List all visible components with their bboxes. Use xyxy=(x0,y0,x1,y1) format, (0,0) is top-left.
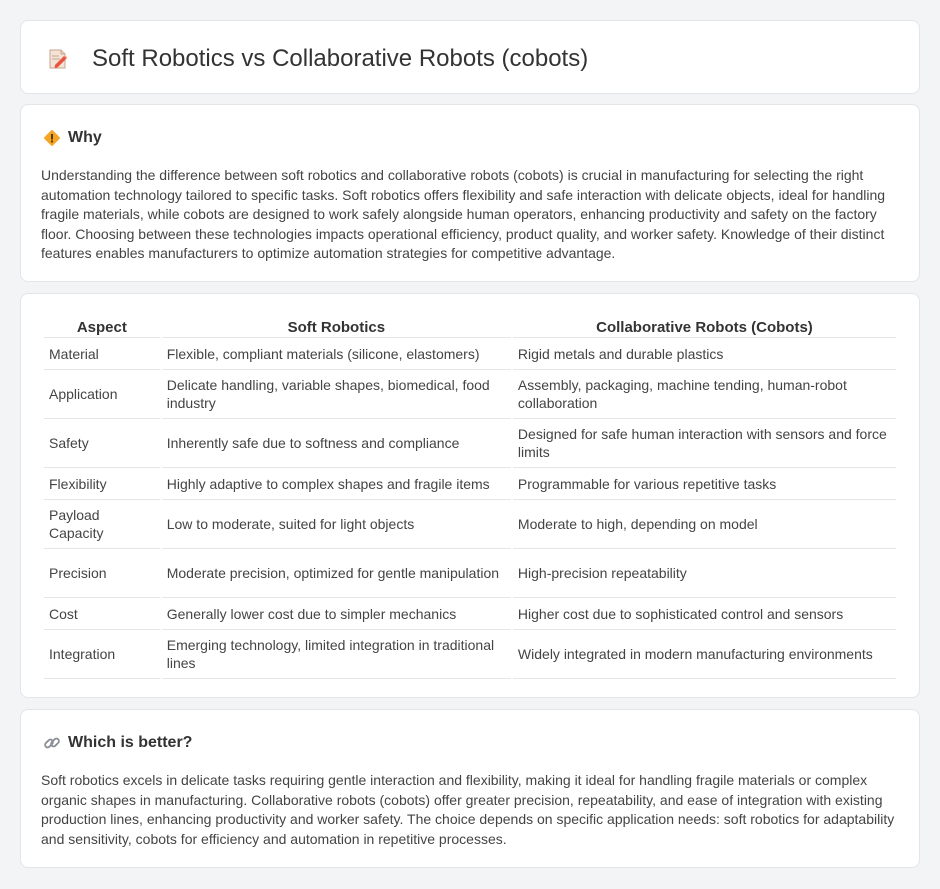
aspect-cell: Flexibility xyxy=(44,468,160,500)
soft-robotics-cell: Moderate precision, optimized for gentle… xyxy=(161,549,511,598)
table-row: Flexibility Highly adaptive to complex s… xyxy=(44,468,896,500)
link-icon xyxy=(44,737,60,749)
table-header-row: Aspect Soft Robotics Collaborative Robot… xyxy=(44,317,896,338)
soft-robotics-cell: Inherently safe due to softness and comp… xyxy=(161,419,511,468)
better-title: Which is better? xyxy=(68,734,193,751)
aspect-cell: Integration xyxy=(44,630,160,679)
comparison-table: Aspect Soft Robotics Collaborative Robot… xyxy=(42,317,898,679)
why-body: Understanding the difference between sof… xyxy=(41,167,886,262)
why-header: Why xyxy=(43,128,102,148)
cobots-cell: Rigid metals and durable plastics xyxy=(512,338,896,370)
soft-robotics-cell: Highly adaptive to complex shapes and fr… xyxy=(161,468,511,500)
aspect-cell: Precision xyxy=(44,549,160,598)
why-section: Why Understanding the difference between… xyxy=(20,104,920,282)
column-header: Collaborative Robots (Cobots) xyxy=(512,317,896,338)
diamond-warning-icon xyxy=(44,130,60,146)
table-row: Cost Generally lower cost due to simpler… xyxy=(44,598,896,630)
cobots-cell: Widely integrated in modern manufacturin… xyxy=(512,630,896,679)
aspect-cell: Cost xyxy=(44,598,160,630)
aspect-cell: Safety xyxy=(44,419,160,468)
soft-robotics-cell: Flexible, compliant materials (silicone,… xyxy=(161,338,511,370)
table-row: Payload Capacity Low to moderate, suited… xyxy=(44,500,896,549)
table-row: Integration Emerging technology, limited… xyxy=(44,630,896,679)
cobots-cell: Assembly, packaging, machine tending, hu… xyxy=(512,370,896,419)
title-card: Soft Robotics vs Collaborative Robots (c… xyxy=(20,20,920,94)
soft-robotics-cell: Delicate handling, variable shapes, biom… xyxy=(161,370,511,419)
aspect-cell: Application xyxy=(44,370,160,419)
column-header: Aspect xyxy=(44,317,160,338)
document-pencil-icon xyxy=(49,49,68,69)
why-title: Why xyxy=(68,129,102,146)
table-row: Application Delicate handling, variable … xyxy=(44,370,896,419)
table-row: Safety Inherently safe due to softness a… xyxy=(44,419,896,468)
soft-robotics-cell: Low to moderate, suited for light object… xyxy=(161,500,511,549)
table-row: Precision Moderate precision, optimized … xyxy=(44,549,896,598)
which-is-better-section: Which is better? Soft robotics excels in… xyxy=(20,709,920,868)
cobots-cell: Moderate to high, depending on model xyxy=(512,500,896,549)
better-header: Which is better? xyxy=(43,733,192,753)
cobots-cell: Programmable for various repetitive task… xyxy=(512,468,896,500)
aspect-cell: Payload Capacity xyxy=(44,500,160,549)
aspect-cell: Material xyxy=(44,338,160,370)
column-header: Soft Robotics xyxy=(161,317,511,338)
cobots-cell: High-precision repeatability xyxy=(512,549,896,598)
cobots-cell: Higher cost due to sophisticated control… xyxy=(512,598,896,630)
comparison-section: Aspect Soft Robotics Collaborative Robot… xyxy=(20,293,920,698)
soft-robotics-cell: Emerging technology, limited integration… xyxy=(161,630,511,679)
page-title: Soft Robotics vs Collaborative Robots (c… xyxy=(92,45,589,72)
better-body: Soft robotics excels in delicate tasks r… xyxy=(41,772,895,847)
soft-robotics-cell: Generally lower cost due to simpler mech… xyxy=(161,598,511,630)
cobots-cell: Designed for safe human interaction with… xyxy=(512,419,896,468)
table-row: Material Flexible, compliant materials (… xyxy=(44,338,896,370)
